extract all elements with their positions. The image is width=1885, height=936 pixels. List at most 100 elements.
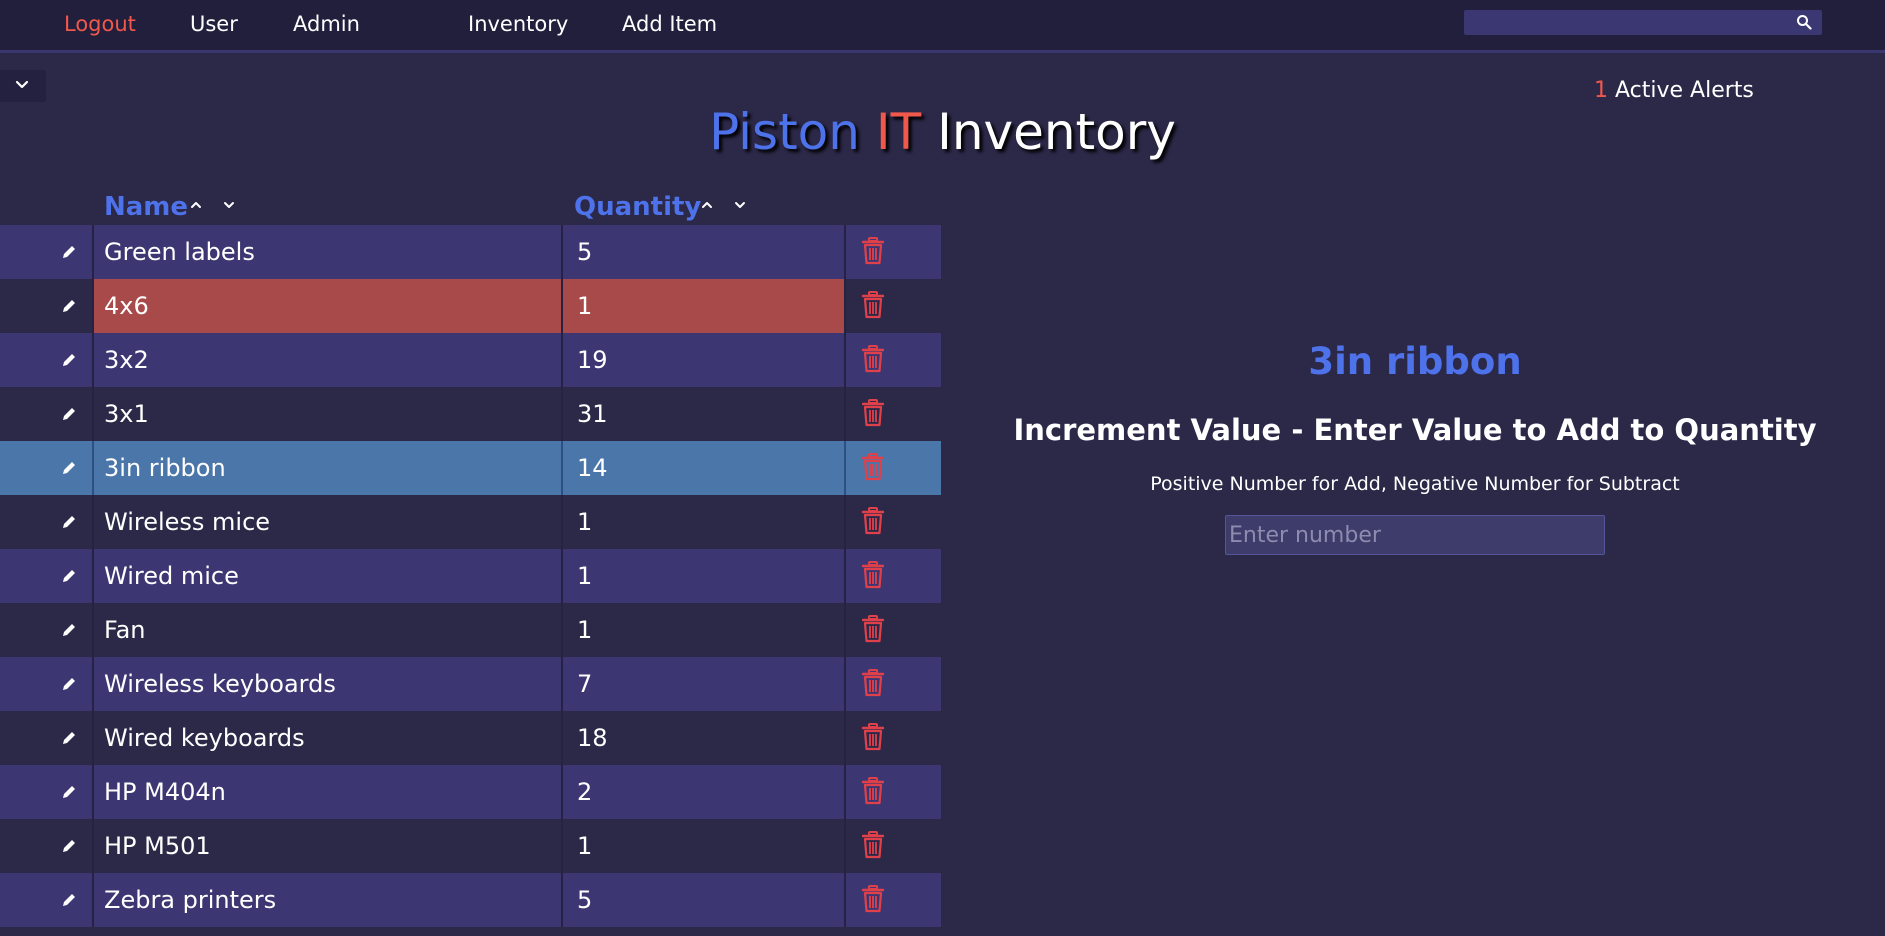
increment-number-input[interactable] (1225, 515, 1605, 555)
edit-cell (0, 657, 94, 711)
trash-icon[interactable] (862, 669, 884, 697)
table-row[interactable]: Wired mice 1 (0, 549, 941, 603)
item-name: 3x1 (94, 387, 563, 441)
logout-link[interactable]: Logout (64, 10, 136, 38)
top-nav: Logout User Admin Inventory Add Item (0, 0, 1885, 53)
edit-cell (0, 549, 94, 603)
item-name: Green labels (94, 225, 563, 279)
item-quantity: 1 (563, 495, 846, 549)
name-column-header: Name (104, 192, 189, 222)
delete-cell (846, 819, 941, 873)
edit-cell (0, 819, 94, 873)
inventory-link[interactable]: Inventory (468, 10, 568, 38)
add-item-link[interactable]: Add Item (622, 10, 717, 38)
item-name: 3in ribbon (94, 441, 563, 495)
search-input[interactable] (1464, 10, 1800, 35)
pencil-icon[interactable] (60, 243, 78, 261)
table-row[interactable]: Wireless keyboards 7 (0, 657, 941, 711)
edit-cell (0, 225, 94, 279)
trash-icon[interactable] (862, 615, 884, 643)
search-icon[interactable] (1796, 14, 1812, 30)
trash-icon[interactable] (862, 561, 884, 589)
edit-cell (0, 279, 94, 333)
increment-hint: Positive Number for Add, Negative Number… (1150, 473, 1680, 495)
title-it: IT (875, 103, 922, 161)
table-row[interactable]: Zebra printers 5 (0, 873, 941, 927)
edit-cell (0, 333, 94, 387)
trash-icon[interactable] (862, 399, 884, 427)
table-row[interactable]: Green labels 5 (0, 225, 941, 279)
item-quantity: 18 (563, 711, 846, 765)
edit-cell (0, 441, 94, 495)
table-row[interactable]: 4x6 1 (0, 279, 941, 333)
pencil-icon[interactable] (60, 675, 78, 693)
quantity-sort-desc-icon[interactable] (733, 198, 747, 212)
name-sort-desc-icon[interactable] (222, 198, 236, 212)
item-quantity: 1 (563, 819, 846, 873)
delete-cell (846, 333, 941, 387)
item-quantity: 1 (563, 603, 846, 657)
pencil-icon[interactable] (60, 783, 78, 801)
item-quantity: 2 (563, 765, 846, 819)
active-alerts[interactable]: 1 Active Alerts (1594, 78, 1754, 103)
trash-icon[interactable] (862, 885, 884, 913)
item-quantity: 1 (563, 279, 846, 333)
user-link[interactable]: User (190, 10, 238, 38)
delete-cell (846, 657, 941, 711)
pencil-icon[interactable] (60, 729, 78, 747)
pencil-icon[interactable] (60, 567, 78, 585)
delete-cell (846, 225, 941, 279)
item-quantity: 14 (563, 441, 846, 495)
admin-link[interactable]: Admin (293, 10, 360, 38)
name-sort-asc-icon[interactable] (189, 198, 203, 212)
item-quantity: 5 (563, 873, 846, 927)
quantity-sort-asc-icon[interactable] (700, 198, 714, 212)
pencil-icon[interactable] (60, 891, 78, 909)
inventory-table: Green labels 5 4x6 1 3x2 19 3x1 31 3in r… (0, 225, 941, 927)
table-row[interactable]: 3x2 19 (0, 333, 941, 387)
trash-icon[interactable] (862, 831, 884, 859)
delete-cell (846, 441, 941, 495)
pencil-icon[interactable] (60, 837, 78, 855)
table-row[interactable]: HP M404n 2 (0, 765, 941, 819)
pencil-icon[interactable] (60, 405, 78, 423)
item-name: Wired keyboards (94, 711, 563, 765)
table-row[interactable]: Wired keyboards 18 (0, 711, 941, 765)
trash-icon[interactable] (862, 291, 884, 319)
table-row[interactable]: Fan 1 (0, 603, 941, 657)
trash-icon[interactable] (862, 723, 884, 751)
item-quantity: 1 (563, 549, 846, 603)
sidebar-toggle-button[interactable] (0, 70, 46, 102)
delete-cell (846, 279, 941, 333)
delete-cell (846, 387, 941, 441)
table-row[interactable]: HP M501 1 (0, 819, 941, 873)
item-name: Wireless mice (94, 495, 563, 549)
item-quantity: 5 (563, 225, 846, 279)
trash-icon[interactable] (862, 453, 884, 481)
pencil-icon[interactable] (60, 459, 78, 477)
pencil-icon[interactable] (60, 513, 78, 531)
pencil-icon[interactable] (60, 351, 78, 369)
edit-cell (0, 711, 94, 765)
table-row-selected[interactable]: 3in ribbon 14 (0, 441, 941, 495)
trash-icon[interactable] (862, 237, 884, 265)
delete-cell (846, 711, 941, 765)
pencil-icon[interactable] (60, 621, 78, 639)
edit-cell (0, 603, 94, 657)
quantity-column-header: Quantity (574, 192, 702, 222)
item-name: Fan (94, 603, 563, 657)
item-name: 4x6 (94, 279, 563, 333)
trash-icon[interactable] (862, 345, 884, 373)
trash-icon[interactable] (862, 777, 884, 805)
edit-cell (0, 765, 94, 819)
delete-cell (846, 549, 941, 603)
edit-cell (0, 873, 94, 927)
item-quantity: 7 (563, 657, 846, 711)
selected-item-name: 3in ribbon (1308, 340, 1522, 383)
delete-cell (846, 873, 941, 927)
edit-cell (0, 495, 94, 549)
pencil-icon[interactable] (60, 297, 78, 315)
table-row[interactable]: 3x1 31 (0, 387, 941, 441)
trash-icon[interactable] (862, 507, 884, 535)
table-row[interactable]: Wireless mice 1 (0, 495, 941, 549)
